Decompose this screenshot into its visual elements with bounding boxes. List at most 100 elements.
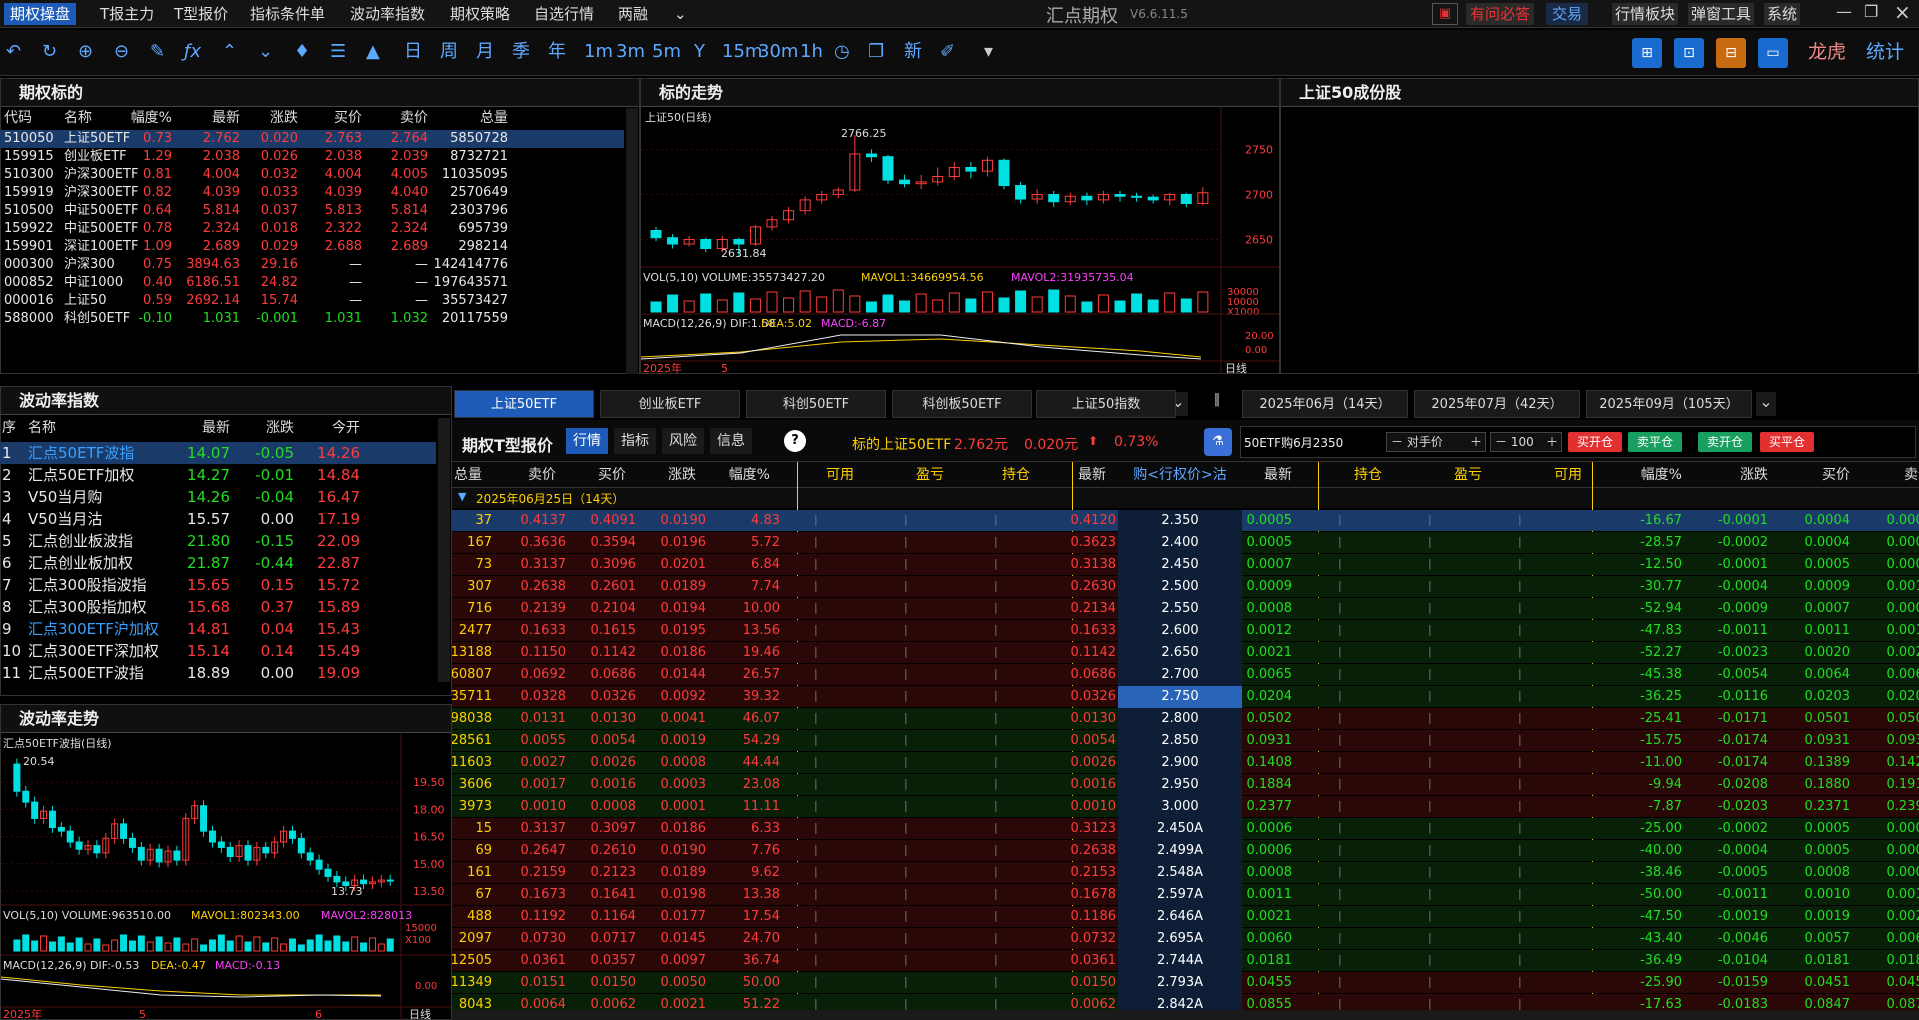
clock-icon[interactable]: ◷ <box>834 40 850 64</box>
zoom-out-icon[interactable]: ⊖ <box>114 40 129 64</box>
menu-more-icon[interactable]: ⌄ <box>668 3 693 25</box>
strike-price[interactable]: 2.700 <box>1118 664 1242 686</box>
group-collapse-icon[interactable]: ▼ <box>458 490 466 503</box>
system-button[interactable]: 系统 <box>1764 3 1801 25</box>
strike-price[interactable]: 2.793A <box>1118 972 1242 994</box>
strike-price[interactable]: 2.646A <box>1118 906 1242 928</box>
period-day[interactable]: 日 <box>404 40 422 64</box>
subtab-quote[interactable]: 行情 <box>566 428 608 454</box>
list-icon[interactable]: ☰ <box>330 40 346 64</box>
menu-margin[interactable]: 两融 <box>612 3 654 25</box>
strike-price[interactable]: 2.400 <box>1118 532 1242 554</box>
menu-watchlist[interactable]: 自选行情 <box>528 3 600 25</box>
strike-price[interactable]: 2.548A <box>1118 862 1242 884</box>
trade-button[interactable]: 交易 <box>1546 3 1589 25</box>
period-week[interactable]: 周 <box>440 40 458 64</box>
period-month[interactable]: 月 <box>476 40 494 64</box>
tquote-tab-4[interactable]: 上证50指数 <box>1036 390 1176 418</box>
tquote-month-0[interactable]: 2025年06月（14天） <box>1242 390 1408 418</box>
period-1h[interactable]: 1h <box>800 40 823 64</box>
menu-condition-order[interactable]: 指标条件单 <box>244 3 331 25</box>
strike-price[interactable]: 2.597A <box>1118 884 1242 906</box>
period-5m[interactable]: 5m <box>652 40 681 64</box>
strike-price[interactable]: 2.500 <box>1118 576 1242 598</box>
buy-close-button[interactable]: 买平仓 <box>1760 432 1814 452</box>
strike-price[interactable]: 3.000 <box>1118 796 1242 818</box>
tquote-tab-0[interactable]: 上证50ETF <box>454 390 594 418</box>
qty-plus-icon[interactable]: ＋ <box>1546 433 1558 451</box>
strike-price[interactable]: 2.450A <box>1118 818 1242 840</box>
down-icon[interactable]: ⌄ <box>258 40 273 64</box>
new-button[interactable]: 新 <box>904 40 922 64</box>
menu-t-report[interactable]: T报主力 <box>94 3 160 25</box>
undo-icon[interactable]: ↶ <box>6 40 21 64</box>
subtab-info[interactable]: 信息 <box>710 428 752 454</box>
strike-price[interactable]: 2.499A <box>1118 840 1242 862</box>
period-quarter[interactable]: 季 <box>512 40 530 64</box>
strike-price[interactable]: 2.800 <box>1118 708 1242 730</box>
sell-close-button[interactable]: 卖平仓 <box>1628 432 1682 452</box>
market-sector-button[interactable]: 行情板块 <box>1612 3 1679 25</box>
settings-icon[interactable]: ⚗ <box>1204 428 1232 456</box>
sell-open-button[interactable]: 卖开仓 <box>1698 432 1752 452</box>
spinner-minus-icon[interactable]: － <box>1391 435 1403 449</box>
menu-t-quote[interactable]: T型报价 <box>168 3 234 25</box>
strike-price[interactable]: 2.744A <box>1118 950 1242 972</box>
popup-tools-button[interactable]: 弹窗工具 <box>1688 3 1755 25</box>
close-icon[interactable]: × <box>1894 0 1911 24</box>
tquote-month-2[interactable]: 2025年09月（105天） <box>1586 390 1752 418</box>
quantity-spinner[interactable]: － 100 ＋ <box>1490 432 1562 452</box>
strike-price[interactable]: 2.850 <box>1118 730 1242 752</box>
period-30m[interactable]: 30m <box>758 40 798 64</box>
zoom-in-icon[interactable]: ⊕ <box>78 40 93 64</box>
strike-price[interactable]: 2.600 <box>1118 620 1242 642</box>
tquote-tab-2[interactable]: 科创50ETF <box>746 390 886 418</box>
buy-open-button[interactable]: 买开仓 <box>1568 432 1622 452</box>
basket-icon[interactable]: ⊞ <box>1632 38 1662 68</box>
faq-button[interactable]: 有问必答 <box>1466 3 1535 25</box>
eraser-icon[interactable]: ✐ <box>940 40 955 64</box>
menu-vol-index[interactable]: 波动率指数 <box>344 3 431 25</box>
price-type-spinner[interactable]: － 对手价 ＋ <box>1386 432 1486 452</box>
voltrend-chart[interactable]: 汇点50ETF波指(日线) 19.50 18.00 16.50 15.00 13.50 20… <box>1 733 451 1020</box>
gift-icon[interactable]: ⊟ <box>1716 38 1746 68</box>
strike-price[interactable]: 2.450 <box>1118 554 1242 576</box>
minimize-icon[interactable]: — <box>1836 2 1852 21</box>
help-icon[interactable]: ? <box>784 430 806 452</box>
months-more-icon[interactable]: ⌄ <box>1756 392 1776 416</box>
period-year[interactable]: 年 <box>548 40 566 64</box>
strike-price[interactable]: 2.550 <box>1118 598 1242 620</box>
strike-price[interactable]: 2.750 <box>1118 686 1242 708</box>
up-icon[interactable]: ⌃ <box>222 40 237 64</box>
dragon-tiger-button[interactable]: 龙虎 <box>1808 40 1846 64</box>
tquote-tab-3[interactable]: 科创板50ETF <box>892 390 1032 418</box>
video-icon[interactable]: ▣ <box>1432 3 1458 25</box>
dropdown-icon[interactable]: ▾ <box>984 40 993 64</box>
qty-minus-icon[interactable]: － <box>1495 435 1507 449</box>
maximize-icon[interactable]: ❐ <box>1864 2 1878 21</box>
formula-icon[interactable]: ƒx <box>184 40 201 64</box>
tquote-month-1[interactable]: 2025年07月（42天） <box>1414 390 1580 418</box>
statistics-button[interactable]: 统计 <box>1866 40 1904 64</box>
strike-price[interactable]: 2.650 <box>1118 642 1242 664</box>
tquote-hscrollbar[interactable] <box>452 1010 1919 1020</box>
cart-icon[interactable]: ⊡ <box>1674 38 1704 68</box>
subtab-risk[interactable]: 风险 <box>662 428 704 454</box>
strike-price[interactable]: 2.900 <box>1118 752 1242 774</box>
menu-options-trading[interactable]: 期权操盘 <box>4 3 77 25</box>
strike-price[interactable]: 2.695A <box>1118 928 1242 950</box>
draw-icon[interactable]: ✎ <box>150 40 165 64</box>
period-1m[interactable]: 1m <box>584 40 613 64</box>
period-15m[interactable]: 15m <box>722 40 762 64</box>
trend-chart[interactable]: 上证50(日线) 2750 2700 2650 2766.25 2631.84 VOL(5,… <box>641 107 1279 374</box>
tquote-tab-1[interactable]: 创业板ETF <box>600 390 740 418</box>
window-icon[interactable]: ❐ <box>868 40 884 64</box>
monitor-icon[interactable]: ▭ <box>1758 38 1788 68</box>
strike-price[interactable]: 2.350 <box>1118 510 1242 532</box>
period-y[interactable]: Y <box>694 40 705 64</box>
underlying-scrollbar[interactable] <box>626 108 638 374</box>
period-3m[interactable]: 3m <box>616 40 645 64</box>
refresh-icon[interactable]: ↻ <box>42 40 57 64</box>
chart-icon[interactable]: ▲ <box>366 40 380 64</box>
alarm-icon[interactable]: ♦ <box>294 40 310 64</box>
